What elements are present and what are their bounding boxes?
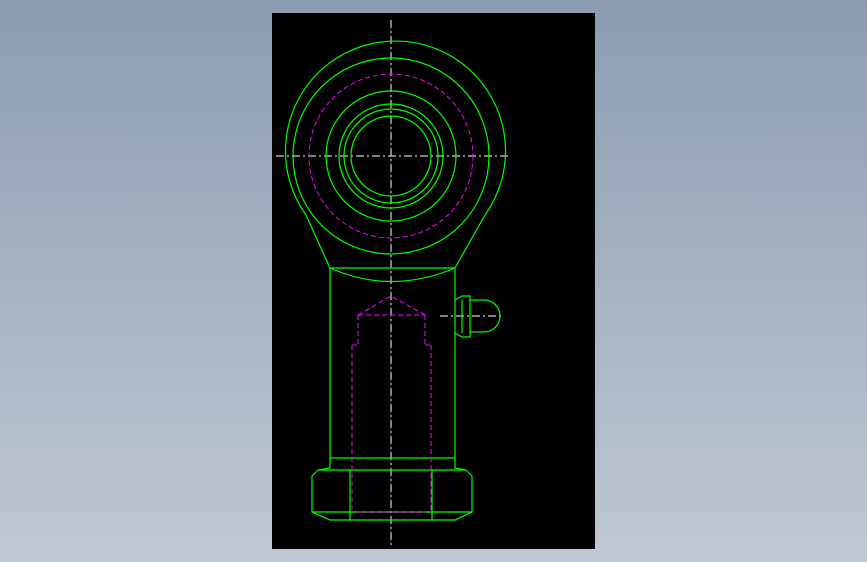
- visible-lines: [284, 40, 507, 521]
- hex-collar-outline: [311, 458, 473, 521]
- cad-drawing: [276, 20, 508, 545]
- eye-right-taper: [454, 214, 486, 269]
- eye-left-taper: [305, 214, 331, 269]
- eye-outer-profile: [284, 40, 507, 216]
- cad-application: { "window": { "background_top": "#8c9cb0…: [0, 0, 867, 562]
- eye-neck-arc: [329, 267, 456, 283]
